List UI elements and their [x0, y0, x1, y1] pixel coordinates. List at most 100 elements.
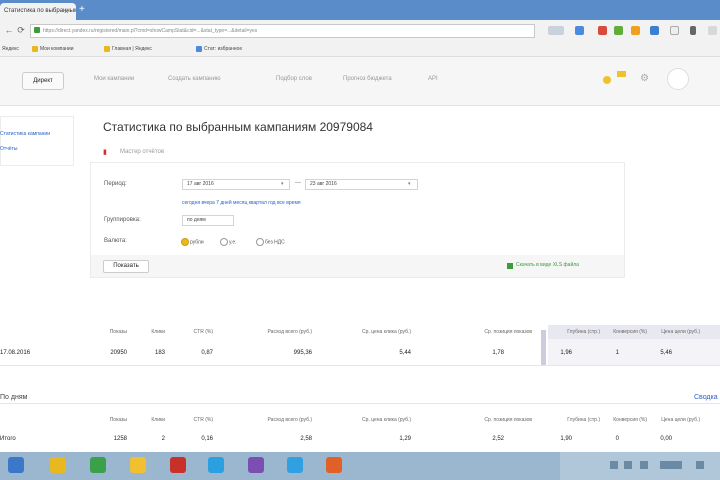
table-cell: 1258: [113, 436, 127, 442]
start-icon[interactable]: [8, 457, 24, 473]
column-header[interactable]: Глубина (стр.): [567, 417, 600, 423]
column-header[interactable]: CTR (%): [194, 417, 213, 423]
column-header[interactable]: Ср. позиция показов: [484, 417, 532, 423]
tray-icon[interactable]: [640, 461, 648, 469]
gear-icon[interactable]: ⚙: [640, 74, 649, 84]
new-tab-button[interactable]: +: [79, 5, 89, 15]
menu-item[interactable]: Прогноз бюджета: [343, 76, 392, 82]
folder-icon[interactable]: [130, 457, 146, 473]
date-from-input[interactable]: 17 авг 2016: [182, 179, 290, 190]
menu-icon[interactable]: [690, 26, 696, 35]
column-header[interactable]: Ср. цена клика (руб.): [362, 417, 411, 423]
page-subtitle[interactable]: Мастер отчётов: [120, 149, 164, 155]
skype-icon[interactable]: [208, 457, 224, 473]
page-title: Статистика по выбранным кампаниям 209790…: [103, 120, 373, 134]
browser-tab-bar: [0, 0, 720, 20]
bookmark-item[interactable]: Мои компании: [40, 45, 73, 54]
clock[interactable]: [660, 461, 682, 469]
column-header[interactable]: Цена цели (руб.): [661, 417, 700, 423]
currency-radio[interactable]: у.е.: [220, 238, 237, 246]
notifications-icon[interactable]: [696, 461, 704, 469]
date-to-input[interactable]: 23 авг 2016: [305, 179, 418, 190]
extension-icon[interactable]: [650, 26, 659, 35]
table-cell: 183: [154, 350, 165, 356]
calendar-icon[interactable]: ▾: [281, 181, 284, 187]
show-button[interactable]: Показать: [103, 260, 149, 273]
row-label: Итого: [0, 436, 16, 442]
column-header[interactable]: Глубина (стр.): [567, 329, 600, 335]
extension-icon[interactable]: [548, 26, 564, 35]
profile-icon[interactable]: [708, 26, 717, 35]
column-header[interactable]: Конверсия (%): [613, 329, 647, 335]
table-cell: 2,58: [300, 436, 312, 442]
extension-icon[interactable]: [614, 26, 623, 35]
notification-badge: [617, 71, 626, 77]
table-cell: 5,46: [660, 350, 672, 356]
extension-icon[interactable]: [598, 26, 607, 35]
table-cell: 1,96: [560, 350, 572, 356]
sidebar-link[interactable]: Статистика кампании: [0, 131, 50, 137]
column-header[interactable]: Клики: [151, 417, 165, 423]
export-xls-link[interactable]: Скачать в виде XLS файла: [516, 262, 579, 268]
grouping-select[interactable]: по дням: [182, 215, 234, 226]
column-header[interactable]: Ср. позиция показов: [484, 329, 532, 335]
firefox-icon[interactable]: [326, 457, 342, 473]
column-header[interactable]: Клики: [151, 329, 165, 335]
currency-radio[interactable]: без НДС: [256, 238, 285, 246]
calendar-icon[interactable]: ▾: [408, 181, 411, 187]
address-bar[interactable]: https://direct.yandex.ru/registered/main…: [30, 24, 535, 38]
column-header[interactable]: Показы: [110, 417, 127, 423]
bookmark-page-icon: [196, 46, 202, 52]
divider: [0, 403, 720, 404]
column-header[interactable]: Расход всего (руб.): [268, 329, 313, 335]
tray-icon[interactable]: [610, 461, 618, 469]
column-header[interactable]: Цена цели (руб.): [661, 329, 700, 335]
table-cell: 995,36: [293, 350, 312, 356]
currency-label: Валюта:: [104, 238, 127, 244]
column-scroll-handle[interactable]: [541, 330, 546, 365]
sidebar-panel: [0, 116, 74, 166]
table-cell: 2,52: [492, 436, 504, 442]
chrome-icon[interactable]: [90, 457, 106, 473]
table-cell: 1: [615, 350, 619, 356]
column-header[interactable]: Ср. цена клика (руб.): [362, 329, 411, 335]
reload-icon[interactable]: ⟳: [16, 25, 26, 35]
column-header[interactable]: Расход всего (руб.): [268, 417, 313, 423]
section-link[interactable]: Сводка: [694, 394, 718, 401]
lock-icon: [34, 27, 40, 33]
menu-item[interactable]: API: [428, 76, 438, 82]
table-cell: 2: [161, 436, 165, 442]
bookmark-item[interactable]: Яндекс: [2, 45, 19, 54]
table-cell: 1,78: [492, 350, 504, 356]
extension-icon[interactable]: [631, 26, 640, 35]
currency-radio[interactable]: рубли: [181, 238, 204, 246]
viber-icon[interactable]: [248, 457, 264, 473]
excel-icon: [507, 263, 513, 269]
menu-item[interactable]: Подбор слов: [276, 76, 312, 82]
table-cell: 5,44: [399, 350, 411, 356]
tab-close-icon[interactable]: ×: [64, 3, 69, 20]
bookmark-item[interactable]: Стат: избранное: [204, 45, 242, 54]
sidebar-link[interactable]: Отчёты: [0, 146, 17, 152]
back-arrow-icon[interactable]: ←: [4, 25, 14, 35]
highlighted-columns-body: [548, 339, 720, 365]
acrobat-icon[interactable]: [170, 457, 186, 473]
grouping-label: Группировка:: [104, 217, 141, 223]
bookmark-item[interactable]: Главная | Яндекс: [112, 45, 152, 54]
telegram-icon[interactable]: [287, 457, 303, 473]
quick-period-links[interactable]: сегодня вчера 7 дней месяц квартал год в…: [182, 200, 301, 206]
table-cell: 20950: [110, 350, 127, 356]
avatar[interactable]: [667, 68, 689, 90]
menu-item[interactable]: Создать кампанию: [168, 76, 220, 82]
column-header[interactable]: CTR (%): [194, 329, 213, 335]
tray-icon[interactable]: [624, 461, 632, 469]
menu-item[interactable]: Мои кампании: [94, 76, 134, 82]
explorer-icon[interactable]: [50, 457, 66, 473]
star-icon[interactable]: [670, 26, 679, 35]
extension-icon[interactable]: [575, 26, 584, 35]
column-header[interactable]: Показы: [110, 329, 127, 335]
brand-button[interactable]: Директ: [22, 72, 64, 90]
column-header[interactable]: Конверсия (%): [613, 417, 647, 423]
notification-icon[interactable]: [603, 76, 611, 84]
table-cell: 0,16: [201, 436, 213, 442]
